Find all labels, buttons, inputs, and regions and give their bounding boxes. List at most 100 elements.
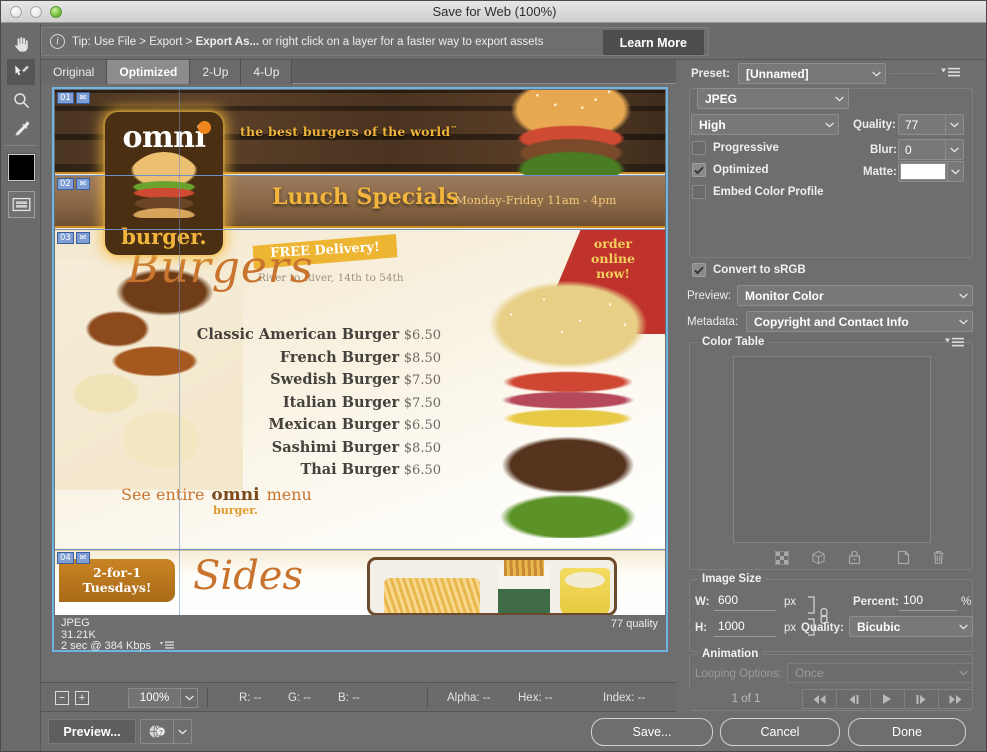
percent-unit: % xyxy=(961,596,971,608)
tab-4up[interactable]: 4-Up xyxy=(241,60,292,84)
done-button[interactable]: Done xyxy=(848,718,966,746)
file-format-select[interactable]: JPEG xyxy=(697,88,849,109)
tab-optimized[interactable]: Optimized xyxy=(107,60,190,84)
burger-menu-list: Classic American Burger $6.50 French Bur… xyxy=(55,326,463,484)
previous-frame-button[interactable] xyxy=(836,689,871,709)
slice-badge[interactable]: 02 ✉ xyxy=(57,178,90,190)
preset-select[interactable]: [Unnamed] xyxy=(738,63,886,84)
hand-tool[interactable] xyxy=(7,31,35,57)
cancel-button[interactable]: Cancel xyxy=(720,718,840,746)
chevron-down-icon[interactable] xyxy=(945,140,963,159)
blur-field[interactable]: 0 xyxy=(898,139,964,160)
learn-more-button[interactable]: Learn More xyxy=(603,30,704,55)
color-table-swatches[interactable] xyxy=(733,356,931,543)
chevron-down-icon[interactable] xyxy=(180,689,197,707)
cheeseburger-photo xyxy=(457,278,665,538)
preset-options-menu-icon[interactable] xyxy=(941,67,961,78)
color-table-options-menu-icon[interactable] xyxy=(945,337,965,348)
fries-cup-photo xyxy=(498,564,550,615)
height-input[interactable]: 1000 xyxy=(714,619,776,637)
tab-2up[interactable]: 2-Up xyxy=(190,60,241,84)
artwork-sides-band: 2-for-1 Tuesdays! Sides xyxy=(55,550,665,615)
browser-icon: ? xyxy=(141,724,173,739)
preview-canvas-area: the best burgers of the world™ Lunch Spe… xyxy=(41,84,676,682)
fries-photo xyxy=(384,578,480,615)
slice-badge[interactable]: 04 ✉ xyxy=(57,552,90,564)
resample-quality-select[interactable]: Bicubic xyxy=(849,616,973,637)
chevron-down-icon[interactable] xyxy=(947,162,963,181)
close-button[interactable] xyxy=(10,6,22,18)
lock-icon[interactable] xyxy=(848,550,861,568)
progressive-checkbox[interactable] xyxy=(692,141,706,155)
preview-button[interactable]: Preview... xyxy=(48,719,136,744)
matte-color-swatch[interactable] xyxy=(900,163,946,180)
slice-badge[interactable]: 01 ✉ xyxy=(57,92,90,104)
optimized-info-strip[interactable]: JPEG 31.21K 2 sec @ 384 Kbps 77 quality xyxy=(55,616,665,650)
quality-value: 77 xyxy=(899,118,945,132)
chevron-down-icon[interactable] xyxy=(945,115,963,134)
embed-color-profile-checkbox[interactable] xyxy=(692,185,706,199)
eyedropper-tool[interactable] xyxy=(7,115,35,141)
last-frame-button[interactable] xyxy=(938,689,973,709)
slice-image-icon: ✉ xyxy=(76,92,90,104)
optimized-quality: 77 quality xyxy=(611,618,658,630)
preview-color-select[interactable]: Monitor Color xyxy=(737,285,973,306)
web-shift-icon[interactable] xyxy=(811,550,826,568)
delete-icon[interactable] xyxy=(932,550,945,568)
artwork-preview[interactable]: the best burgers of the world™ Lunch Spe… xyxy=(55,90,665,615)
window-controls xyxy=(1,6,62,18)
convert-srgb-checkbox-row[interactable]: Convert to sRGB xyxy=(692,263,806,277)
foreground-color-swatch[interactable] xyxy=(8,154,35,181)
looping-options-label: Looping Options: xyxy=(695,668,782,680)
percent-input[interactable]: 100 xyxy=(899,593,957,611)
browser-select-dropdown[interactable]: ? xyxy=(140,719,192,744)
optimized-preview-frame[interactable]: the best burgers of the world™ Lunch Spe… xyxy=(52,87,668,652)
next-frame-button[interactable] xyxy=(904,689,939,709)
optimized-checkbox[interactable] xyxy=(692,163,706,177)
tools-panel xyxy=(1,23,41,751)
quality-field[interactable]: 77 xyxy=(898,114,964,135)
quality-preset-select[interactable]: High xyxy=(691,114,839,135)
transparency-icon[interactable] xyxy=(775,551,789,568)
chevron-down-icon xyxy=(830,96,848,102)
zoom-level-field[interactable]: 100% xyxy=(128,688,198,708)
metadata-select[interactable]: Copyright and Contact Info xyxy=(746,311,973,332)
slice-badge[interactable]: 03 ✉ xyxy=(57,232,90,244)
save-button[interactable]: Save... xyxy=(591,718,713,746)
play-button[interactable] xyxy=(870,689,905,709)
omni-burger-logo: omni burger. xyxy=(105,112,223,255)
progressive-checkbox-row[interactable]: Progressive xyxy=(692,141,779,155)
sides-photo xyxy=(367,557,617,615)
tab-original[interactable]: Original xyxy=(41,60,107,84)
zoom-tool[interactable] xyxy=(7,87,35,113)
slaw-cup-photo xyxy=(560,568,610,615)
optimized-label: Optimized xyxy=(713,164,769,176)
slice-visibility-toggle[interactable] xyxy=(8,191,35,218)
chevron-down-icon[interactable] xyxy=(173,720,191,743)
readout-alpha: Alpha: -- xyxy=(447,692,490,704)
info-options-menu-icon[interactable] xyxy=(160,641,174,650)
zoom-out-button[interactable]: − xyxy=(55,691,69,705)
embed-profile-checkbox-row[interactable]: Embed Color Profile xyxy=(692,185,824,199)
tip-container: i Tip: Use File > Export > Export As... … xyxy=(41,27,709,56)
artwork-tagline: the best burgers of the world™ xyxy=(240,124,458,139)
embed-color-profile-label: Embed Color Profile xyxy=(713,186,824,198)
minimize-button[interactable] xyxy=(30,6,42,18)
title-bar: Save for Web (100%) xyxy=(1,1,987,23)
new-color-icon[interactable] xyxy=(897,550,910,568)
blur-label: Blur: xyxy=(870,144,897,156)
matte-field[interactable] xyxy=(898,161,964,182)
convert-to-srgb-checkbox[interactable] xyxy=(692,263,706,277)
color-table-title: Color Table xyxy=(698,336,768,348)
slice-divider xyxy=(179,90,180,615)
optimized-checkbox-row[interactable]: Optimized xyxy=(692,163,769,177)
readout-divider xyxy=(427,687,428,708)
first-frame-button[interactable] xyxy=(802,689,837,709)
zoom-in-button[interactable]: + xyxy=(75,691,89,705)
zoom-button[interactable] xyxy=(50,6,62,18)
sides-script-title: Sides xyxy=(193,553,303,599)
width-input[interactable]: 600 xyxy=(714,593,776,611)
slice-select-tool[interactable] xyxy=(7,59,35,85)
readout-divider xyxy=(207,687,208,708)
see-entire-menu-link[interactable]: See entire omni burger. menu xyxy=(121,485,312,518)
